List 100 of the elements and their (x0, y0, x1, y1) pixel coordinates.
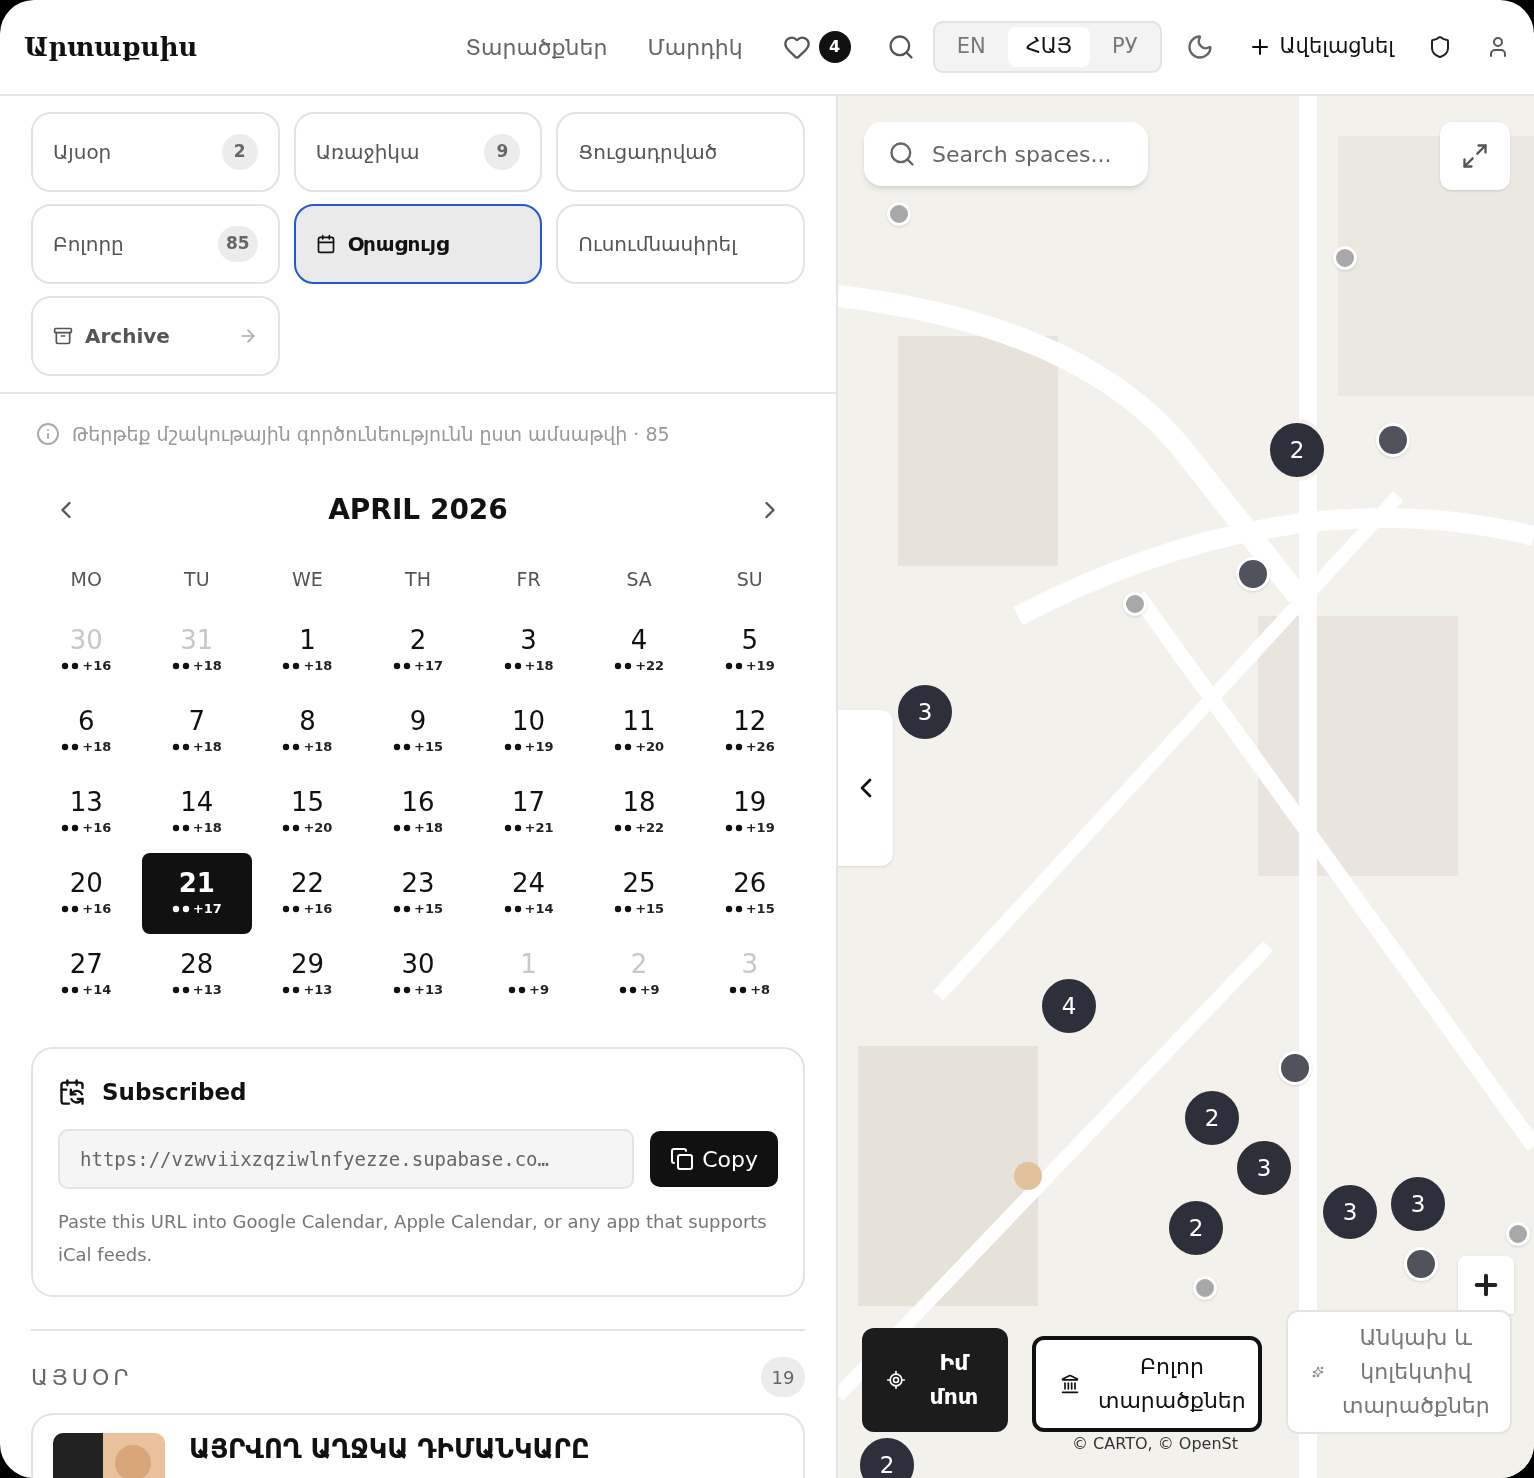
event-title: ԱՅՐՎՈՂ ԱՂՋԿԱ ԴԻՄԱՆԿԱՐԸ (189, 1433, 590, 1465)
dots-icon (503, 743, 524, 751)
count-badge: 2 (221, 134, 258, 170)
calendar-day[interactable]: 28 +13 (141, 933, 253, 1015)
add-button[interactable]: Ավելացնել (1247, 31, 1394, 63)
dots-icon (393, 986, 413, 994)
calendar-day[interactable]: 21 +17 (141, 852, 253, 934)
calendar-day[interactable]: 23 +15 (362, 852, 474, 934)
dots-icon (393, 743, 413, 751)
fullscreen-button[interactable] (1440, 122, 1510, 190)
calendar-icon (315, 234, 336, 254)
calendar-day[interactable]: 25 +15 (583, 852, 695, 934)
count-badge: 85 (218, 226, 258, 262)
nav-link[interactable]: Տարածքներ (465, 30, 608, 64)
dots-icon (503, 824, 524, 832)
calendar-day[interactable]: 20 +16 (31, 852, 142, 934)
map-filter-button[interactable]: Բոլոր տարածքներ (1032, 1336, 1262, 1432)
weekday-label: MO (69, 566, 103, 592)
copy-icon (670, 1147, 695, 1171)
dots-icon (503, 662, 524, 670)
locate-icon (886, 1370, 906, 1390)
language-option[interactable]: EN (938, 27, 1004, 67)
weekday-label: SA (625, 566, 653, 592)
calendar-day[interactable]: 26 +15 (694, 852, 805, 934)
calendar-day[interactable]: 17 +21 (473, 771, 584, 853)
filter-tab[interactable]: Archive (31, 296, 280, 376)
calendar-day[interactable]: 1 +18 (252, 609, 363, 691)
filter-tab[interactable]: Օրացույց (293, 204, 543, 284)
section-heading: ԱՅՍՕՐ (31, 1363, 133, 1392)
weekday-label: TU (183, 566, 211, 592)
calendar-day[interactable]: 16 +18 (362, 771, 474, 853)
dots-icon (724, 824, 745, 832)
map-search-field[interactable]: Search spaces... (864, 122, 1148, 186)
calendar-day[interactable]: 3 +18 (473, 609, 584, 691)
dots-icon (724, 905, 745, 913)
language-option[interactable]: РУ (1094, 27, 1156, 67)
month-title: APRIL 2026 (328, 491, 508, 528)
calendar-day[interactable]: 13 +16 (31, 771, 142, 853)
calendar-day[interactable]: 30 +13 (362, 933, 474, 1015)
zoom-in-button[interactable] (1458, 1256, 1514, 1314)
subscription-note: Paste this URL into Google Calendar, Apple Calendar, or any app that supports iCal feeds. (58, 1210, 768, 1267)
calendar-day[interactable]: 5 +19 (694, 609, 805, 691)
calendar-day[interactable]: 24 +14 (473, 852, 584, 934)
weekday-label: SU (735, 566, 764, 592)
dots-icon (171, 986, 192, 994)
calendar-day[interactable]: 2 +17 (362, 609, 474, 691)
logo[interactable]: Արտաքսիս (24, 27, 198, 67)
calendar-day[interactable]: 15 +20 (252, 771, 363, 853)
weekday-label: TH (404, 566, 432, 592)
shield-icon[interactable] (1428, 35, 1452, 59)
copy-button[interactable]: Copy (650, 1131, 778, 1187)
search-icon[interactable] (886, 33, 915, 61)
dots-icon (393, 824, 413, 832)
count-badge: 9 (484, 134, 521, 170)
calendar-day[interactable]: 29 +13 (252, 933, 363, 1015)
calendar-day[interactable]: 7 +18 (141, 690, 253, 772)
info-text: Թերթեք մշակութային գործունեությունն ըստ ամսաթվի · 85 (72, 422, 670, 447)
dots-icon (393, 905, 413, 913)
map-filter-button[interactable]: Անկախ և կոլեկտիվ տարածքներ (1286, 1310, 1512, 1434)
calendar-day[interactable]: 11 +20 (583, 690, 695, 772)
dots-icon (171, 743, 192, 751)
subscription-title: Subscribed (102, 1077, 247, 1107)
heart-icon (782, 33, 811, 61)
filter-tab[interactable]: Բոլորը 85 (31, 204, 280, 284)
filter-tab[interactable]: Առաջիկա 9 (293, 112, 543, 192)
calendar-day[interactable]: 27 +14 (31, 933, 142, 1015)
calendar-day[interactable]: 22 +16 (252, 852, 363, 934)
expand-icon (1461, 142, 1489, 170)
language-option[interactable]: ՀԱՅ (1007, 27, 1091, 67)
calendar-day[interactable]: 10 +19 (473, 690, 584, 772)
url-field[interactable]: https://vzwviixzqziwlnfyezze.supabase.co… (58, 1129, 635, 1189)
calendar-day[interactable]: 6 +18 (31, 690, 142, 772)
calendar-day[interactable]: 12 +26 (694, 690, 805, 772)
weekday-label: WE (291, 566, 324, 592)
calendar-day[interactable]: 4 +22 (583, 609, 695, 691)
dots-icon (724, 662, 745, 670)
event-card[interactable]: ԱՅՐՎՈՂ ԱՂՋԿԱ ԴԻՄԱՆԿԱՐԸ (31, 1413, 805, 1478)
sparkles-icon (1312, 1366, 1324, 1378)
dots-icon (171, 824, 192, 832)
moon-icon[interactable] (1185, 33, 1214, 61)
count-badge: 19 (761, 1357, 805, 1397)
nav-link[interactable]: Մարդիկ (647, 30, 743, 64)
calendar-day[interactable]: 19 +19 (694, 771, 805, 853)
calendar-day[interactable]: 14 +18 (141, 771, 253, 853)
dots-icon (618, 986, 639, 994)
calendar-day[interactable]: 8 +18 (252, 690, 363, 772)
filter-tab[interactable]: Ցուցադրված (556, 112, 805, 192)
search-icon (888, 140, 916, 168)
archive-icon (53, 326, 73, 346)
map-filter-button[interactable]: Իմ մոտ (862, 1328, 1008, 1432)
filter-tab[interactable]: Այսօր 2 (31, 112, 280, 192)
weekday-label: FR (515, 566, 542, 592)
filter-tab[interactable]: Ուսումնասիրել (556, 204, 805, 284)
landmark-icon (1060, 1374, 1080, 1394)
calendar-day[interactable]: 9 +15 (362, 690, 474, 772)
dots-icon (503, 905, 524, 913)
calendar-day[interactable]: 18 +22 (583, 771, 695, 853)
dots-icon (171, 662, 192, 670)
dots-icon (393, 662, 413, 670)
favorites-button[interactable]: 4 (782, 31, 851, 63)
